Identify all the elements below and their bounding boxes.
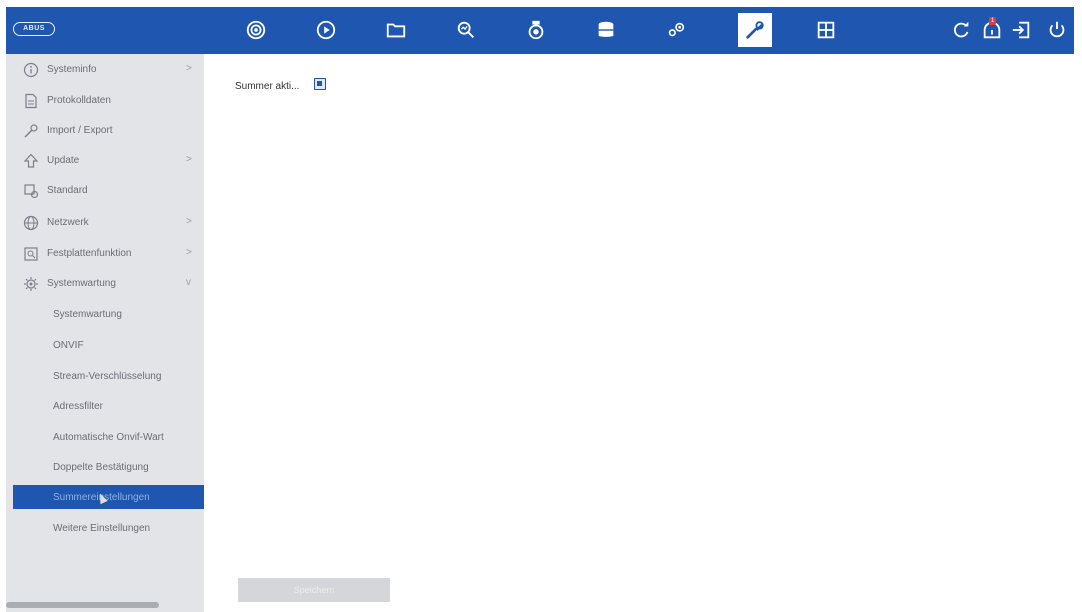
- sidebar-item-update[interactable]: Update >: [6, 146, 204, 176]
- sidebar-item-label: Netzwerk: [47, 217, 89, 228]
- sidebar-item-label: Import / Export: [47, 125, 113, 136]
- sidebar-item-label: Update: [47, 155, 80, 166]
- chevron-right-icon: >: [186, 154, 192, 165]
- chevron-right-icon: >: [186, 63, 192, 74]
- hdd-search-icon: [22, 245, 40, 263]
- submenu-item-onvif[interactable]: ONVIF: [13, 333, 204, 357]
- submenu-item-label: Doppelte Bestätigung: [53, 462, 149, 473]
- sidebar-item-label: Systemwartung: [47, 278, 116, 289]
- chevron-right-icon: >: [186, 216, 192, 227]
- buzzer-enable-checkbox[interactable]: [314, 78, 326, 90]
- submenu-item-weitere-einstellungen[interactable]: Weitere Einstellungen: [13, 516, 204, 540]
- submenu-item-label: ONVIF: [53, 340, 84, 351]
- sidebar-horizontal-scrollbar[interactable]: [6, 602, 159, 608]
- alarm-icon[interactable]: 1: [977, 15, 1007, 45]
- submenu-item-doppelte-bestaetigung[interactable]: Doppelte Bestätigung: [13, 455, 204, 479]
- wrench-icon: [22, 122, 40, 140]
- sidebar-item-import-export[interactable]: Import / Export: [6, 116, 204, 146]
- upload-arrow-icon: [22, 152, 40, 170]
- sidebar-item-netzwerk[interactable]: Netzwerk >: [6, 208, 204, 238]
- save-button[interactable]: Speichern: [238, 578, 390, 602]
- refresh-icon[interactable]: [946, 15, 976, 45]
- submenu-item-label: Adressfilter: [53, 401, 104, 412]
- submenu-item-label: Systemwartung: [53, 309, 122, 320]
- settings-sidebar: Systeminfo > Protokolldaten Import / Exp…: [6, 54, 204, 612]
- configuration-icon[interactable]: [661, 15, 691, 45]
- globe-icon: [22, 214, 40, 232]
- sidebar-item-systeminfo[interactable]: Systeminfo >: [6, 55, 204, 85]
- log-document-icon: [22, 92, 40, 110]
- submenu-item-stream-verschluesselung[interactable]: Stream-Verschlüsselung: [13, 364, 204, 388]
- playback-icon[interactable]: [311, 15, 341, 45]
- sidebar-item-label: Standard: [47, 185, 88, 196]
- sidebar-item-protokolldaten[interactable]: Protokolldaten: [6, 86, 204, 116]
- camera-icon[interactable]: [521, 15, 551, 45]
- submenu-item-label: Weitere Einstellungen: [53, 523, 151, 534]
- chevron-right-icon: >: [186, 247, 192, 258]
- live-view-icon[interactable]: [241, 15, 271, 45]
- buzzer-settings-panel: Summer akti... Speichern: [204, 54, 1074, 612]
- submenu-item-summereinstellungen[interactable]: Summereinstellungen: [13, 485, 204, 509]
- chevron-down-icon: v: [186, 277, 191, 288]
- buzzer-enable-label: Summer akti...: [235, 81, 300, 92]
- submenu-item-auto-onvif-wartung[interactable]: Automatische Onvif-Wart: [13, 425, 204, 449]
- logout-icon[interactable]: [1006, 15, 1036, 45]
- files-icon[interactable]: [381, 15, 411, 45]
- submenu-item-adressfilter[interactable]: Adressfilter: [13, 394, 204, 418]
- sidebar-item-label: Festplattenfunktion: [47, 248, 132, 259]
- system-maintenance-icon: [22, 275, 40, 293]
- sidebar-item-standard[interactable]: Standard: [6, 176, 204, 206]
- storage-icon[interactable]: [591, 15, 621, 45]
- sidebar-item-systemwartung[interactable]: Systemwartung v: [6, 269, 204, 299]
- submenu-item-label: Automatische Onvif-Wart: [53, 432, 164, 443]
- layout-icon[interactable]: [811, 15, 841, 45]
- power-icon[interactable]: [1042, 15, 1072, 45]
- top-navigation-bar: ABUS 1: [6, 7, 1074, 54]
- info-icon: [22, 61, 40, 79]
- abus-logo: ABUS: [13, 22, 55, 36]
- alarm-count-badge: 1: [989, 17, 997, 25]
- submenu-item-label: Stream-Verschlüsselung: [53, 371, 162, 382]
- maintenance-icon[interactable]: [738, 13, 772, 47]
- sidebar-item-label: Protokolldaten: [47, 95, 111, 106]
- smart-search-icon[interactable]: [451, 15, 481, 45]
- sidebar-item-festplattenfunktion[interactable]: Festplattenfunktion >: [6, 239, 204, 269]
- reset-default-icon: [22, 182, 40, 200]
- submenu-item-systemwartung[interactable]: Systemwartung: [13, 302, 204, 326]
- sidebar-item-label: Systeminfo: [47, 64, 97, 75]
